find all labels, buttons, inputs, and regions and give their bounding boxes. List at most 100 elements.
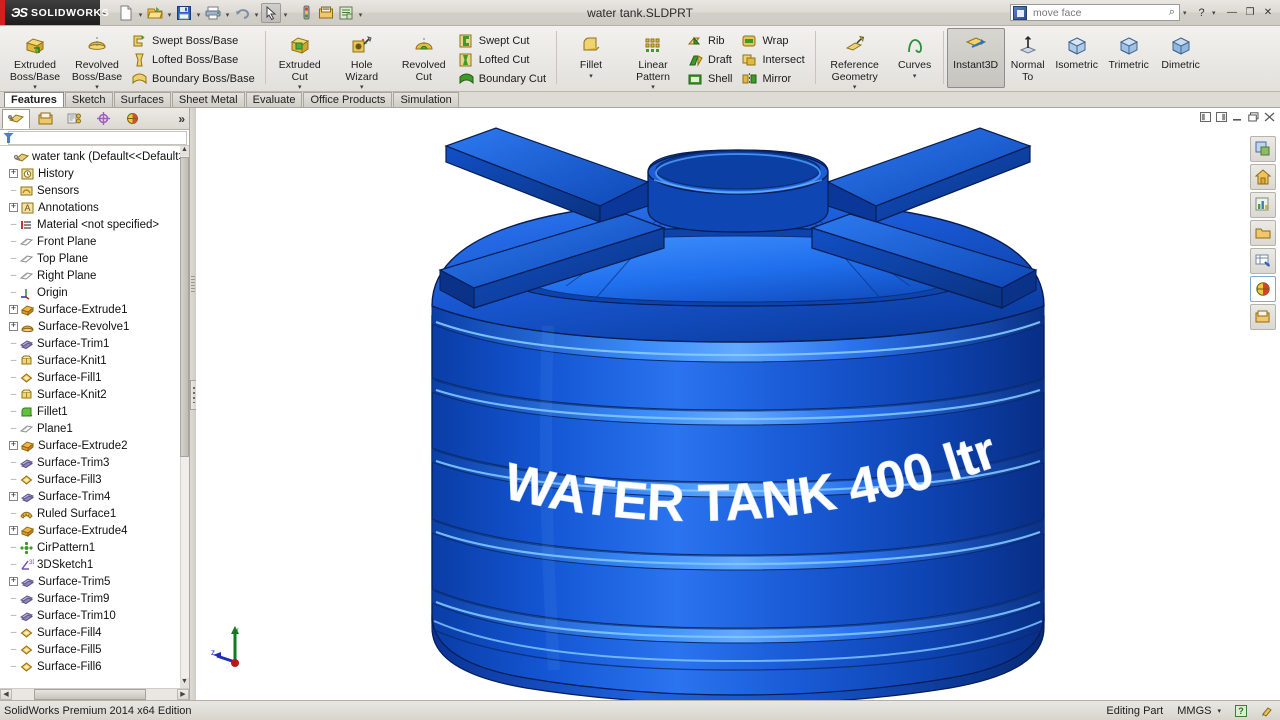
dimxpert-manager-tab[interactable] bbox=[89, 109, 117, 129]
apply-scene-icon[interactable] bbox=[1250, 276, 1276, 302]
boundary-cut-button[interactable]: Boundary Cut bbox=[455, 69, 552, 88]
view-settings-home-icon[interactable] bbox=[1250, 164, 1276, 190]
normal-to-button[interactable]: Normal To bbox=[1005, 28, 1051, 84]
search-input[interactable]: move face ⌕ bbox=[1010, 4, 1180, 21]
hide-show-items-icon[interactable] bbox=[1250, 220, 1276, 246]
feature-tree-item[interactable]: –Surface-Trim10 bbox=[0, 607, 189, 624]
feature-tree-item[interactable]: History bbox=[0, 165, 189, 182]
revolved-cut-button[interactable]: Revolved Cut bbox=[393, 28, 455, 84]
feature-tree-item[interactable]: –Surface-Fill3 bbox=[0, 471, 189, 488]
feature-tree-filter[interactable] bbox=[0, 130, 189, 146]
tab-features[interactable]: Features bbox=[4, 92, 64, 107]
extruded-boss-base-button[interactable]: Extruded Boss/Base ▾ bbox=[4, 28, 66, 92]
undo-dropdown[interactable]: ▾ bbox=[252, 3, 261, 23]
hscroll-left[interactable]: ◀ bbox=[0, 689, 12, 700]
options-dropdown[interactable]: ▾ bbox=[356, 3, 365, 23]
search-icon[interactable]: ⌕ bbox=[1165, 6, 1179, 19]
open-document-button[interactable] bbox=[145, 3, 165, 23]
hscroll-right[interactable]: ▶ bbox=[177, 689, 189, 700]
feature-tree-item[interactable]: –Surface-Trim1 bbox=[0, 335, 189, 352]
select-button[interactable] bbox=[261, 3, 281, 23]
feature-tree[interactable]: ▲ ▼ water tank (Default<<Default>_Histor… bbox=[0, 146, 189, 688]
solidworks-logo[interactable]: ЭS SOLIDWORKS bbox=[0, 0, 100, 25]
lofted-boss-base-button[interactable]: Lofted Boss/Base bbox=[128, 50, 261, 69]
tab-simulation[interactable]: Simulation bbox=[393, 92, 458, 107]
close-button[interactable]: ✕ bbox=[1261, 6, 1275, 20]
linear-pattern-button[interactable]: Linear Pattern ▾ bbox=[622, 28, 684, 92]
feature-tree-item[interactable]: AAnnotations bbox=[0, 199, 189, 216]
status-units-caret[interactable]: ▾ bbox=[1217, 707, 1221, 715]
feature-tree-item[interactable]: Surface-Extrude1 bbox=[0, 301, 189, 318]
help-dropdown-caret[interactable]: ▾ bbox=[1212, 9, 1220, 17]
configuration-manager-tab[interactable] bbox=[60, 109, 88, 129]
feature-tree-item[interactable]: –3D3DSketch1 bbox=[0, 556, 189, 573]
feature-tree-root-item[interactable]: water tank (Default<<Default>_ bbox=[0, 148, 189, 165]
rebuild-button[interactable] bbox=[296, 3, 316, 23]
minimize-button[interactable]: — bbox=[1225, 6, 1239, 20]
restore-panel-left-button[interactable] bbox=[1199, 110, 1212, 123]
wrap-button[interactable]: Wrap bbox=[738, 31, 810, 50]
view-orientation-icon[interactable] bbox=[1250, 136, 1276, 162]
select-dropdown[interactable]: ▾ bbox=[281, 3, 290, 23]
open-document-dropdown[interactable]: ▾ bbox=[165, 3, 174, 23]
feature-manager-tab[interactable] bbox=[2, 109, 30, 129]
feature-tree-hscrollbar[interactable]: ◀ ▶ bbox=[0, 688, 189, 700]
feature-tree-item[interactable]: –Surface-Trim3 bbox=[0, 454, 189, 471]
feature-tree-item[interactable]: –Surface-Fill5 bbox=[0, 641, 189, 658]
feature-tree-item[interactable]: –Surface-Fill4 bbox=[0, 624, 189, 641]
hscroll-track[interactable] bbox=[12, 689, 177, 700]
curves-caret[interactable]: ▾ bbox=[913, 73, 917, 80]
display-style-icon[interactable] bbox=[1250, 192, 1276, 218]
tab-sheet-metal[interactable]: Sheet Metal bbox=[172, 92, 245, 107]
restore-button[interactable]: ❐ bbox=[1243, 6, 1257, 20]
revolved-boss-base-button[interactable]: Revolved Boss/Base ▾ bbox=[66, 28, 128, 92]
feature-tree-item[interactable]: Surface-Trim4 bbox=[0, 488, 189, 505]
feature-tree-item[interactable]: –Sensors bbox=[0, 182, 189, 199]
mirror-button[interactable]: Mirror bbox=[738, 69, 810, 88]
fillet-button[interactable]: Fillet ▾ bbox=[560, 28, 622, 81]
dimetric-button[interactable]: Dimetric bbox=[1155, 28, 1207, 73]
feature-tree-item[interactable]: –Front Plane bbox=[0, 233, 189, 250]
help-icon[interactable]: ? bbox=[1194, 4, 1209, 22]
save-document-dropdown[interactable]: ▾ bbox=[194, 3, 203, 23]
tree-expand-toggle[interactable] bbox=[8, 168, 19, 179]
instant3d-button[interactable]: Instant3D bbox=[947, 28, 1005, 88]
restore-panel-right-button[interactable] bbox=[1215, 110, 1228, 123]
fillet-caret[interactable]: ▾ bbox=[589, 73, 593, 80]
new-document-button[interactable] bbox=[116, 3, 136, 23]
hole-wizard-caret[interactable]: ▾ bbox=[360, 84, 364, 91]
feature-tree-item[interactable]: Surface-Trim5 bbox=[0, 573, 189, 590]
feature-tree-item[interactable]: –Origin bbox=[0, 284, 189, 301]
feature-tree-item[interactable]: –Material <not specified> bbox=[0, 216, 189, 233]
tree-expand-toggle[interactable] bbox=[8, 525, 19, 536]
shell-button[interactable]: Shell bbox=[684, 69, 738, 88]
feature-tree-item[interactable]: –Right Plane bbox=[0, 267, 189, 284]
isometric-button[interactable]: Isometric bbox=[1051, 28, 1103, 73]
tab-sketch[interactable]: Sketch bbox=[65, 92, 113, 107]
feature-tree-item[interactable]: –Top Plane bbox=[0, 250, 189, 267]
feature-tree-item[interactable]: Surface-Extrude2 bbox=[0, 437, 189, 454]
property-manager-tab[interactable] bbox=[31, 109, 59, 129]
tree-expand-toggle[interactable] bbox=[8, 304, 19, 315]
trimetric-button[interactable]: Trimetric bbox=[1103, 28, 1155, 73]
feature-tree-item[interactable]: –Surface-Fill1 bbox=[0, 369, 189, 386]
lofted-cut-button[interactable]: Lofted Cut bbox=[455, 50, 552, 69]
graphics-viewport[interactable]: WATER TANK 400 ltr y z bbox=[196, 108, 1280, 700]
options-button[interactable] bbox=[336, 3, 356, 23]
feature-tree-item[interactable]: –Surface-Fill6 bbox=[0, 658, 189, 675]
print-document-dropdown[interactable]: ▾ bbox=[223, 3, 232, 23]
edit-appearance-status-icon[interactable] bbox=[1261, 704, 1274, 717]
revolved-boss-caret[interactable]: ▾ bbox=[95, 84, 99, 91]
reference-geometry-caret[interactable]: ▾ bbox=[853, 84, 857, 91]
rib-button[interactable]: Rib bbox=[684, 31, 738, 50]
extruded-cut-caret[interactable]: ▾ bbox=[298, 84, 302, 91]
feature-manager-more-chevron[interactable]: » bbox=[178, 112, 185, 126]
tree-expand-toggle[interactable] bbox=[8, 491, 19, 502]
hole-wizard-button[interactable]: Hole Wizard ▾ bbox=[331, 28, 393, 92]
file-properties-button[interactable] bbox=[316, 3, 336, 23]
intersect-button[interactable]: Intersect bbox=[738, 50, 810, 69]
edit-appearance-icon[interactable] bbox=[1250, 248, 1276, 274]
print-document-button[interactable] bbox=[203, 3, 223, 23]
tab-evaluate[interactable]: Evaluate bbox=[246, 92, 303, 107]
feature-tree-item[interactable]: –CirPattern1 bbox=[0, 539, 189, 556]
